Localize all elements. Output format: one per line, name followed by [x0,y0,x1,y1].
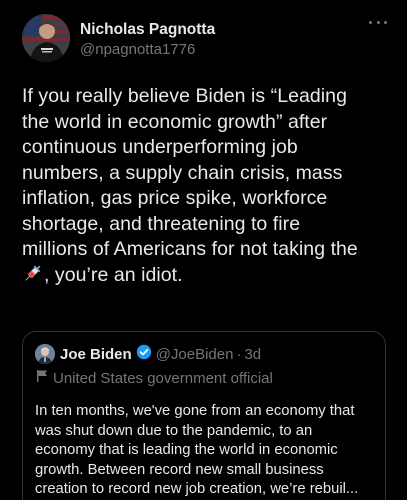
tweet-text-last-line-text: , you’re an idiot. [44,263,183,286]
government-flag-icon [35,369,49,388]
tweet[interactable]: Nicholas Pagnotta @npagnotta1776 If you … [0,0,407,500]
tweet-text-last-line: , you’re an idiot. [22,263,397,292]
tweet-header: Nicholas Pagnotta @npagnotta1776 [22,14,391,62]
quoted-text-line: economy that is leading the world in eco… [35,442,338,458]
quoted-author-avatar[interactable] [35,344,55,364]
quoted-text-line: In ten months, we've gone from an econom… [35,403,355,419]
tweet-text-line: the world in economic growth” after [22,110,328,133]
separator-dot: · [236,345,242,363]
quoted-author-display-name[interactable]: Joe Biden [60,346,132,363]
tweet-text-line: If you really believe Biden is “Leading [22,85,347,107]
verified-badge-icon [136,344,152,365]
tweet-text-line: continuous underperforming job [22,136,298,158]
quoted-tweet-time[interactable]: 3d [244,346,261,363]
quoted-tweet-header: Joe Biden @JoeBiden · 3d [35,344,373,364]
quoted-text-line: was shut down due to the pandemic, to an [35,422,313,439]
author-handle[interactable]: @npagnotta1776 [80,41,215,59]
tweet-text: If you really believe Biden is “Leading … [22,84,397,291]
quoted-author-handle[interactable]: @JoeBiden [156,346,234,363]
government-label: United States government official [35,368,373,388]
tweet-text-line: shortage, and threatening to fire [22,212,301,235]
syringe-icon [22,264,42,292]
government-label-text: United States government official [53,369,273,387]
author-names: Nicholas Pagnotta @npagnotta1776 [80,21,215,59]
tweet-text-line: millions of Americans for not taking the [22,238,358,260]
quoted-tweet[interactable]: Joe Biden @JoeBiden · 3d United States g… [22,331,386,500]
quoted-text-line: growth. Between record new small busines… [35,461,324,478]
tweet-text-line: inflation, gas price spike, workforce [22,187,328,209]
ellipsis-icon[interactable] [369,18,387,26]
quoted-text-line: creation to record new job creation, we’… [35,481,359,497]
author-display-name[interactable]: Nicholas Pagnotta [80,21,215,39]
tweet-text-line: numbers, a supply chain crisis, mass [22,161,343,184]
quoted-tweet-text: In ten months, we've gone from an econom… [35,402,373,500]
author-avatar[interactable] [22,14,70,62]
